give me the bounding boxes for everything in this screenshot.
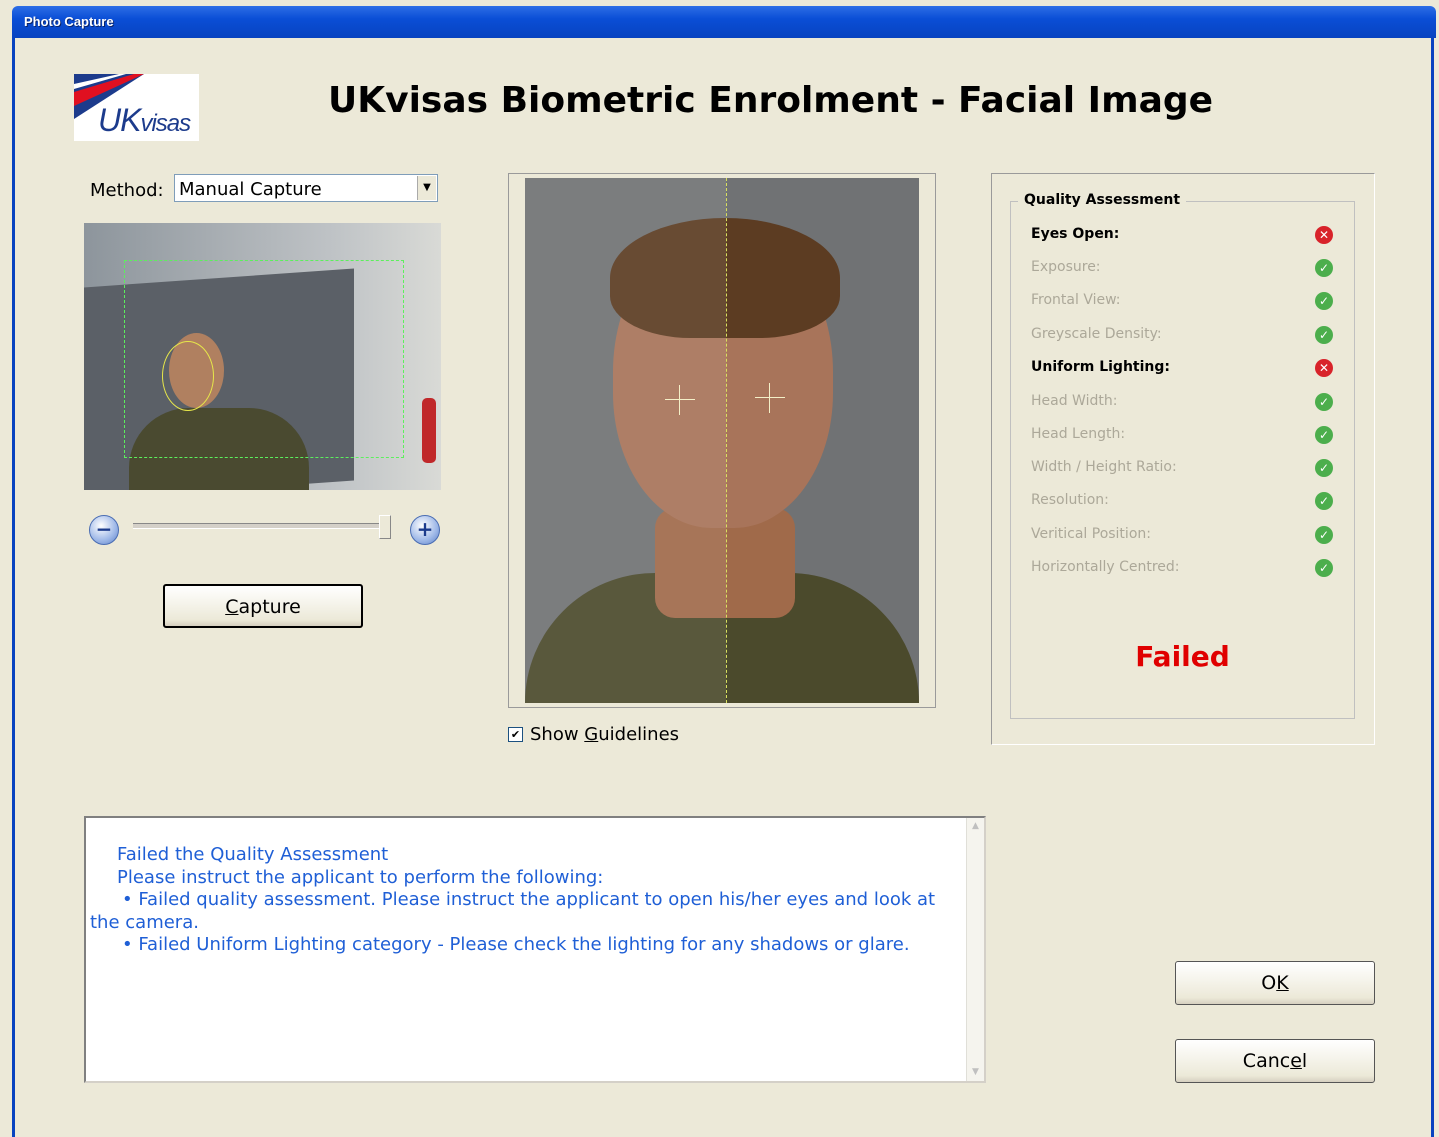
- qa-row-head-width: Head Width: ✓: [1031, 393, 1336, 415]
- face-lighting-overlay: [525, 178, 726, 703]
- title-bar[interactable]: Photo Capture: [12, 6, 1436, 38]
- qa-row-eyes-open: Eyes Open: ✕: [1031, 226, 1336, 248]
- capture-button[interactable]: Capture: [163, 584, 363, 628]
- qa-row-frontal-view: Frontal View: ✓: [1031, 292, 1336, 314]
- show-guidelines-checkbox[interactable]: ✔: [508, 727, 523, 742]
- method-select[interactable]: Manual Capture ▼: [174, 174, 438, 202]
- zoom-out-icon[interactable]: −: [89, 515, 119, 545]
- message-textarea[interactable]: Failed the Quality Assessment Please ins…: [84, 816, 986, 1083]
- show-guidelines-label[interactable]: Show Guidelines: [530, 724, 679, 745]
- scroll-up-icon[interactable]: ▲: [968, 819, 983, 834]
- qa-row-exposure: Exposure: ✓: [1031, 259, 1336, 281]
- method-label: Method:: [90, 180, 164, 201]
- pass-check-icon: ✓: [1315, 559, 1333, 577]
- ukvisas-logo: UKvisas: [74, 74, 199, 141]
- page-title: UKvisas Biometric Enrolment - Facial Ima…: [328, 80, 1214, 121]
- center-guideline: [726, 178, 727, 703]
- quality-result: Failed: [1135, 640, 1230, 673]
- pass-check-icon: ✓: [1315, 426, 1333, 444]
- qa-row-resolution: Resolution: ✓: [1031, 492, 1336, 514]
- zoom-slider-thumb[interactable]: [379, 515, 391, 539]
- pass-check-icon: ✓: [1315, 259, 1333, 277]
- qa-row-horizontally-centred: Horizontally Centred: ✓: [1031, 559, 1336, 581]
- right-eye-crosshair-icon: [755, 383, 785, 413]
- qa-row-vertical-position: Veritical Position: ✓: [1031, 526, 1336, 548]
- pass-check-icon: ✓: [1315, 459, 1333, 477]
- logo-text: UKvisas: [98, 102, 191, 138]
- qa-row-head-length: Head Length: ✓: [1031, 426, 1336, 448]
- quality-title: Quality Assessment: [1018, 192, 1187, 208]
- pass-check-icon: ✓: [1315, 326, 1333, 344]
- ok-button[interactable]: OK: [1175, 961, 1375, 1005]
- pass-check-icon: ✓: [1315, 393, 1333, 411]
- cancel-button[interactable]: Cancel: [1175, 1039, 1375, 1083]
- left-eye-crosshair-icon: [665, 385, 695, 415]
- message-bullet-2: • Failed Uniform Lighting category - Ple…: [122, 934, 910, 955]
- pass-check-icon: ✓: [1315, 292, 1333, 310]
- message-line-1: Failed the Quality Assessment: [117, 844, 389, 865]
- pass-check-icon: ✓: [1315, 526, 1333, 544]
- qa-row-greyscale-density: Greyscale Density: ✓: [1031, 326, 1336, 348]
- captured-facial-image: [525, 178, 919, 703]
- face-detect-ellipse: [162, 341, 214, 411]
- qa-row-uniform-lighting: Uniform Lighting: ✕: [1031, 359, 1336, 381]
- fail-cross-icon: ✕: [1315, 226, 1333, 244]
- dropdown-arrow-icon[interactable]: ▼: [417, 176, 436, 200]
- message-line-2: Please instruct the applicant to perform…: [117, 866, 604, 888]
- message-scrollbar[interactable]: ▲ ▼: [966, 818, 984, 1081]
- message-bullet-1: • Failed quality assessment. Please inst…: [90, 889, 936, 933]
- qa-row-width-height-ratio: Width / Height Ratio: ✓: [1031, 459, 1336, 481]
- scroll-down-icon[interactable]: ▼: [968, 1065, 983, 1080]
- fail-cross-icon: ✕: [1315, 359, 1333, 377]
- live-camera-preview[interactable]: [84, 223, 441, 490]
- method-select-value: Manual Capture: [179, 179, 322, 200]
- pass-check-icon: ✓: [1315, 492, 1333, 510]
- preview-extinguisher: [422, 398, 436, 463]
- zoom-in-icon[interactable]: +: [410, 515, 440, 545]
- zoom-slider-track[interactable]: [133, 523, 388, 529]
- window-title: Photo Capture: [24, 14, 114, 29]
- message-text: Failed the Quality Assessment Please ins…: [90, 844, 960, 957]
